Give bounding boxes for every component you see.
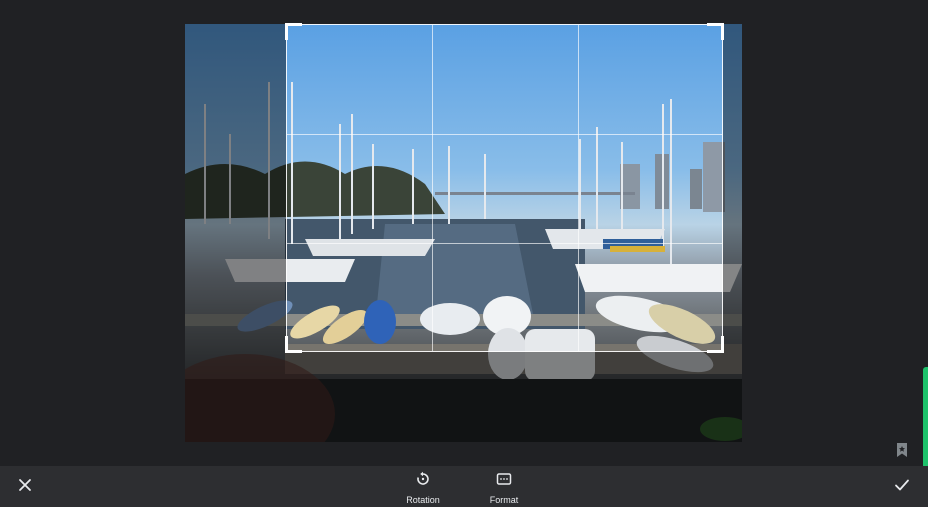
crop-handle-bottom-left[interactable] bbox=[285, 336, 302, 353]
aspect-ratio-icon bbox=[496, 471, 512, 492]
bottom-toolbar: Rotation Format bbox=[0, 466, 928, 507]
confirm-button[interactable] bbox=[891, 476, 913, 498]
bookmark-icon[interactable] bbox=[893, 441, 911, 459]
check-icon bbox=[894, 477, 910, 498]
crop-mask-bottom bbox=[286, 352, 723, 442]
rotation-label: Rotation bbox=[406, 495, 440, 505]
crop-frame[interactable] bbox=[285, 23, 724, 353]
rotation-icon bbox=[415, 471, 431, 492]
crop-mask-right bbox=[723, 24, 742, 442]
crop-handle-top-left[interactable] bbox=[285, 23, 302, 40]
close-button[interactable] bbox=[14, 476, 36, 498]
crop-handle-bottom-right[interactable] bbox=[707, 336, 724, 353]
crop-grid-line bbox=[578, 25, 579, 351]
crop-mask-left bbox=[185, 24, 286, 442]
close-icon bbox=[18, 478, 32, 497]
rotation-button[interactable]: Rotation bbox=[393, 471, 453, 505]
crop-grid-line bbox=[287, 134, 722, 135]
format-button[interactable]: Format bbox=[474, 471, 534, 505]
crop-grid-line bbox=[287, 243, 722, 244]
crop-handle-top-right[interactable] bbox=[707, 23, 724, 40]
format-label: Format bbox=[489, 495, 519, 505]
crop-grid-line bbox=[432, 25, 433, 351]
